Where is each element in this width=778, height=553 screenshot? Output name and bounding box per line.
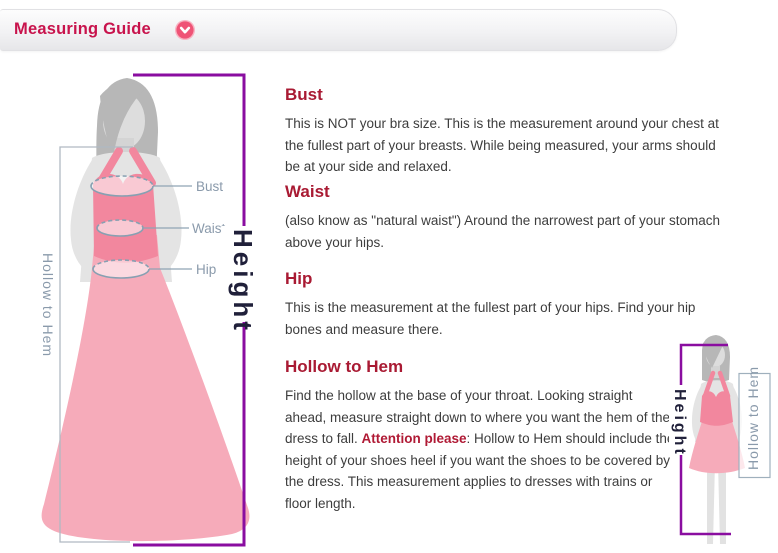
- waist-description: (also know as "natural waist") Around th…: [285, 210, 727, 253]
- hip-label: Hip: [196, 262, 216, 277]
- measuring-guide-page: Measuring Guide: [0, 0, 778, 553]
- small-height-label: Height: [671, 389, 688, 457]
- waist-label: Waist: [192, 221, 225, 236]
- bust-label: Bust: [196, 179, 223, 194]
- dress-height-diagram-small: Hollow to Hem Height: [655, 330, 778, 553]
- bust-heading: Bust: [285, 85, 727, 105]
- attention-please-label: Attention please: [362, 431, 467, 446]
- dress-measurement-diagram: Bust Waist Hip Hollow to Hem Height: [0, 0, 280, 553]
- hollow-to-hem-heading: Hollow to Hem: [285, 357, 675, 377]
- height-label: Height: [228, 229, 258, 334]
- hollow-to-hem-description: Find the hollow at the base of your thro…: [285, 385, 675, 515]
- small-dress-bodice: [700, 391, 733, 426]
- hollow-to-hem-label: Hollow to Hem: [40, 253, 56, 357]
- section-waist: Waist (also know as "natural waist") Aro…: [285, 182, 727, 253]
- dress-skirt: [42, 235, 250, 541]
- section-bust: Bust This is NOT your bra size. This is …: [285, 85, 727, 178]
- section-hollow-to-hem: Hollow to Hem Find the hollow at the bas…: [285, 357, 675, 515]
- hip-heading: Hip: [285, 269, 727, 289]
- bust-description: This is NOT your bra size. This is the m…: [285, 113, 727, 178]
- small-hollow-to-hem-label: Hollow to Hem: [745, 366, 761, 470]
- waist-heading: Waist: [285, 182, 727, 202]
